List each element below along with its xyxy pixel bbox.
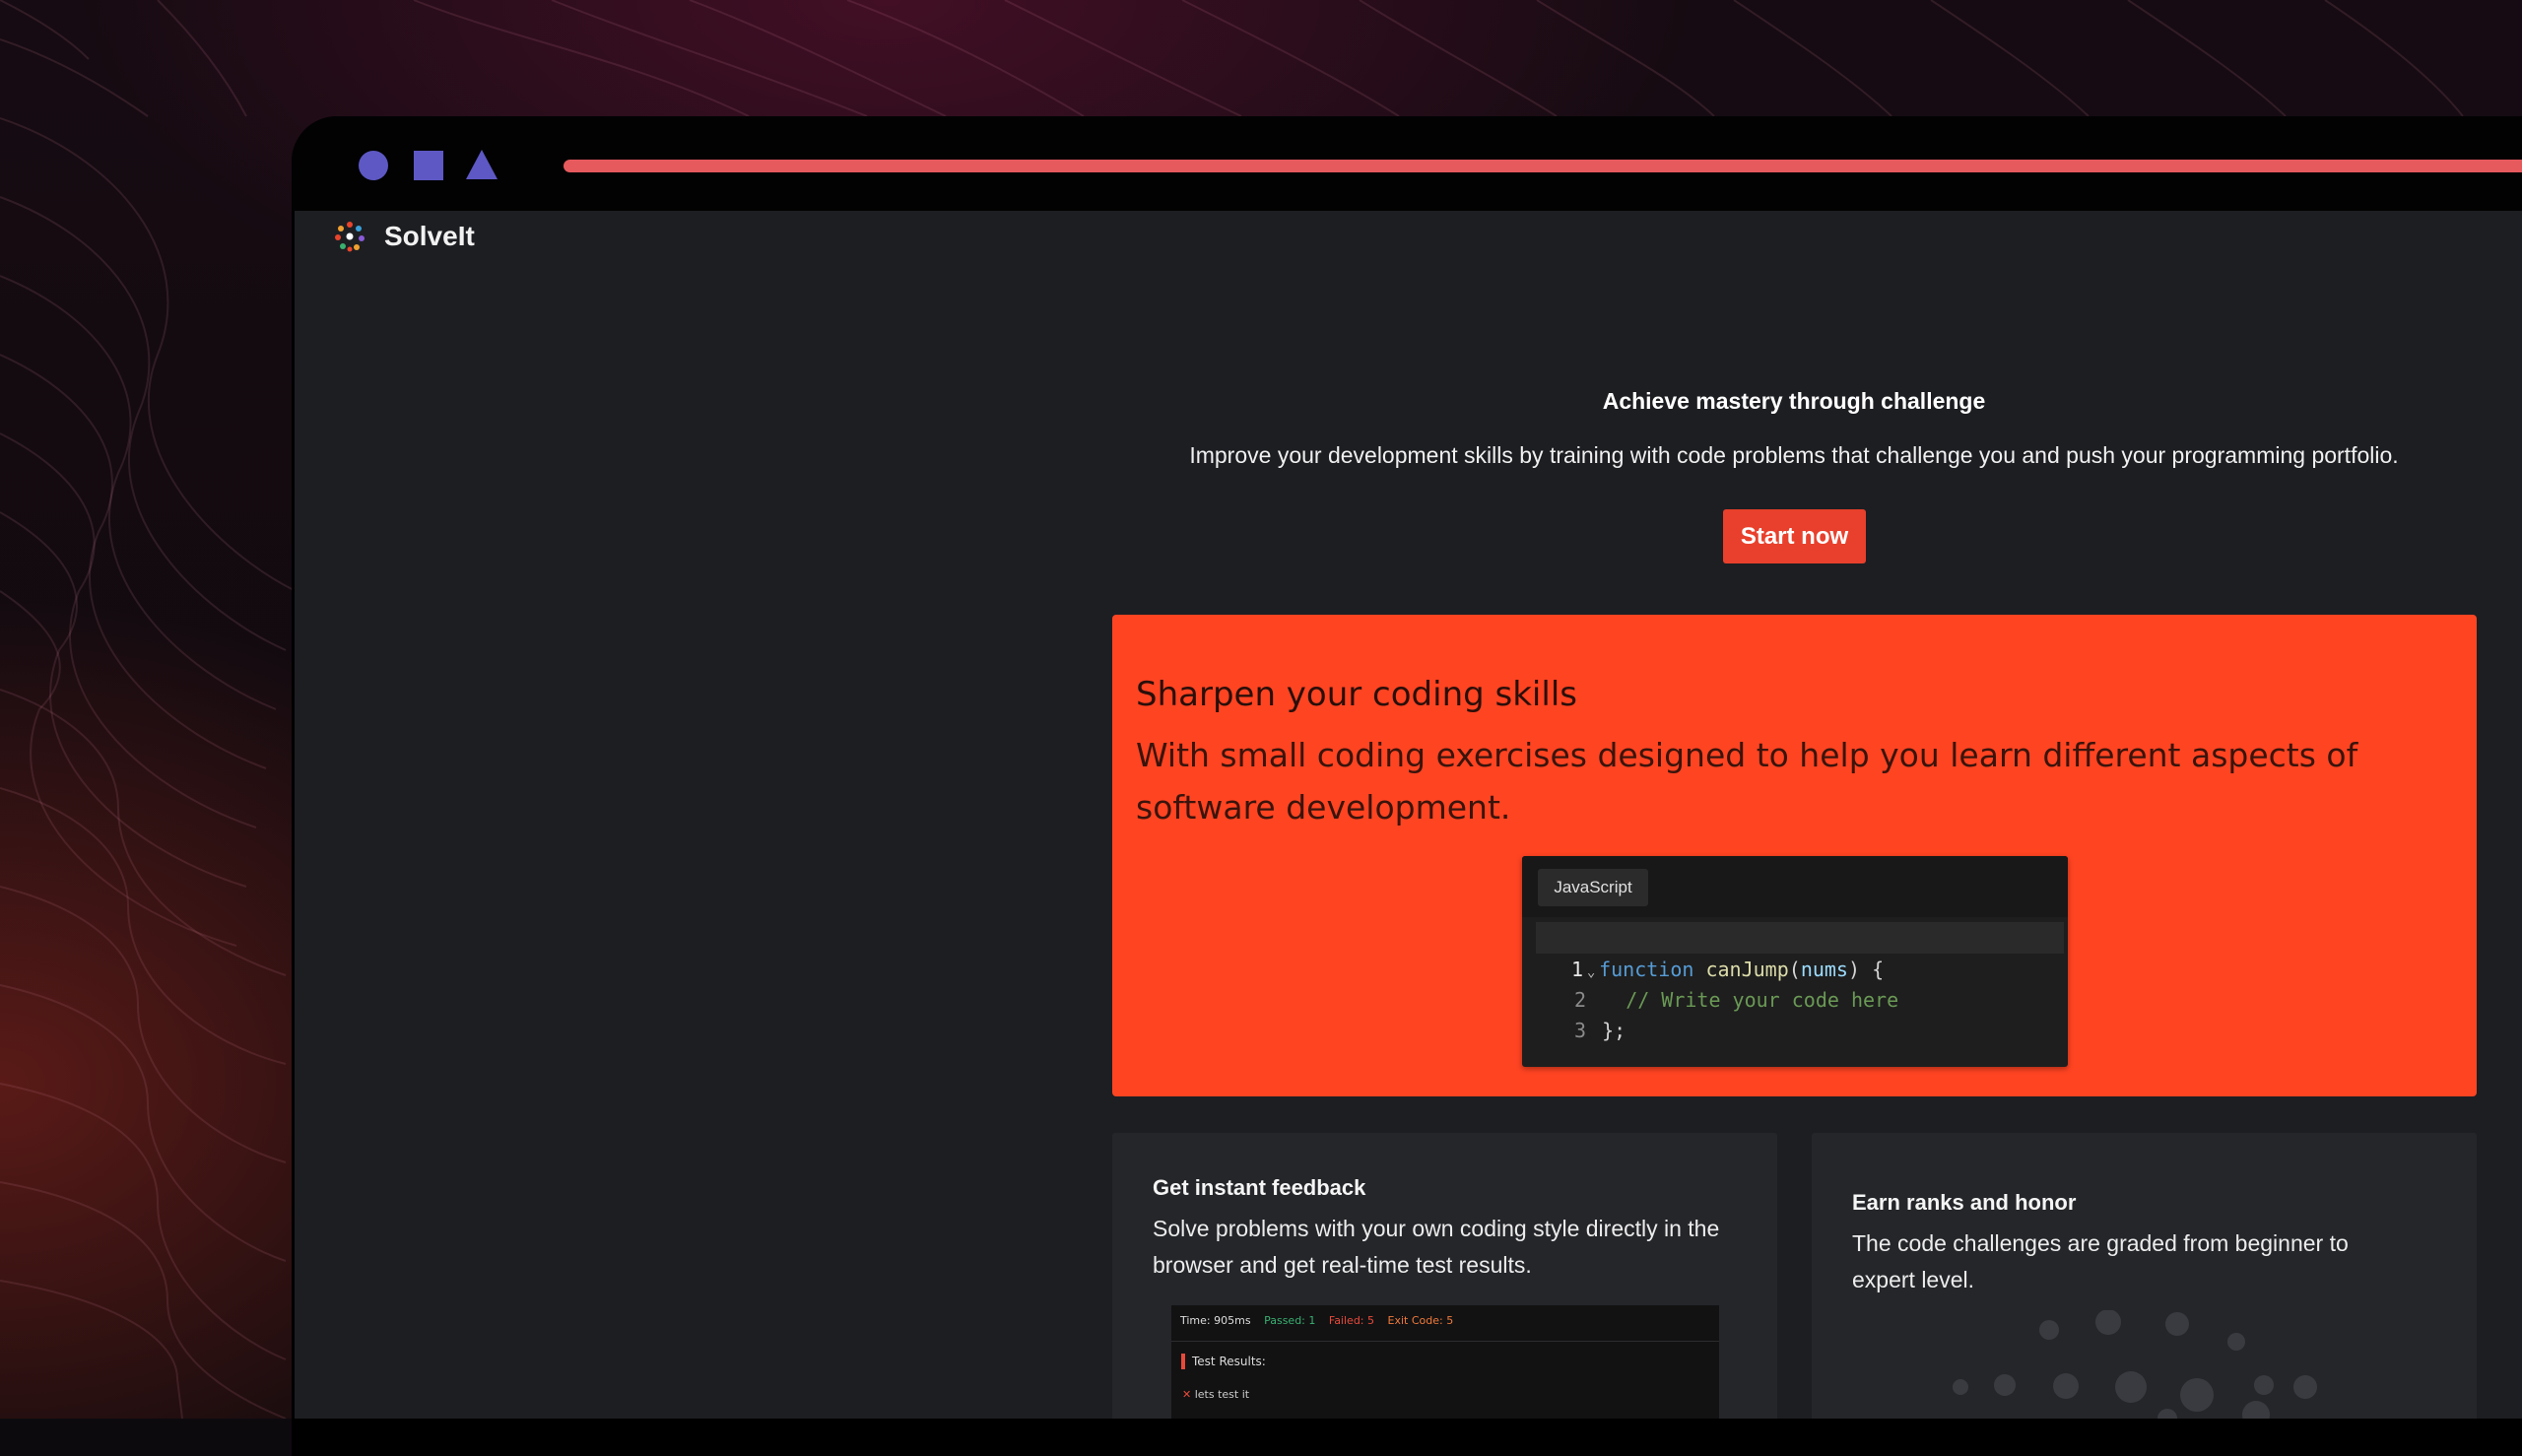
panel-divider [1171, 1341, 1719, 1342]
test-stats: Time: 905ms Passed: 1 Failed: 5 Exit Cod… [1180, 1314, 1453, 1327]
code-text: }; [1602, 1019, 1626, 1042]
code-line-2: 2 // Write your code here [1539, 953, 1898, 1012]
hero-title: Achieve mastery through challenge [1602, 388, 1986, 414]
brand-name[interactable]: SolveIt [384, 219, 475, 254]
feature-card-title: Sharpen your coding skills [1136, 675, 1577, 714]
feedback-description: Solve problems with your own coding styl… [1153, 1216, 1720, 1278]
hero-subtitle: Improve your development skills by train… [1189, 442, 2399, 468]
code-line-3: 3}; [1539, 983, 1626, 1042]
feedback-title: Get instant feedback [1153, 1175, 1366, 1200]
code-line-1: 1 ⌄ function canJump(nums) { [1536, 922, 2064, 981]
feature-card-description: With small coding exercises designed to … [1136, 736, 2358, 827]
test-failed: Failed: 5 [1328, 1314, 1374, 1327]
start-now-button[interactable]: Start now [1723, 509, 1866, 563]
test-item[interactable]: ✕ lets test it [1182, 1388, 1249, 1401]
fail-icon: ✕ [1182, 1388, 1192, 1401]
triangle-shape-icon [466, 150, 498, 179]
test-passed: Passed: 1 [1264, 1314, 1316, 1327]
ranks-description: The code challenges are graded from begi… [1852, 1230, 2349, 1292]
page-progress-bar [564, 160, 2522, 172]
test-results-label: Test Results: [1192, 1355, 1266, 1368]
test-exit-code: Exit Code: 5 [1387, 1314, 1454, 1327]
line-number: 3 [1574, 1019, 1587, 1042]
code-comment: // Write your code here [1626, 988, 1899, 1012]
square-shape-icon [414, 151, 443, 180]
tab-javascript[interactable]: JavaScript [1538, 869, 1648, 906]
rank-dots-graphic [1953, 1310, 2317, 1419]
test-item-label: lets test it [1194, 1388, 1250, 1401]
results-marker [1181, 1354, 1185, 1369]
solveit-logo-icon[interactable] [332, 219, 367, 254]
circle-shape-icon [359, 151, 388, 180]
test-time: Time: 905ms [1180, 1314, 1251, 1327]
ranks-title: Earn ranks and honor [1852, 1190, 2077, 1215]
